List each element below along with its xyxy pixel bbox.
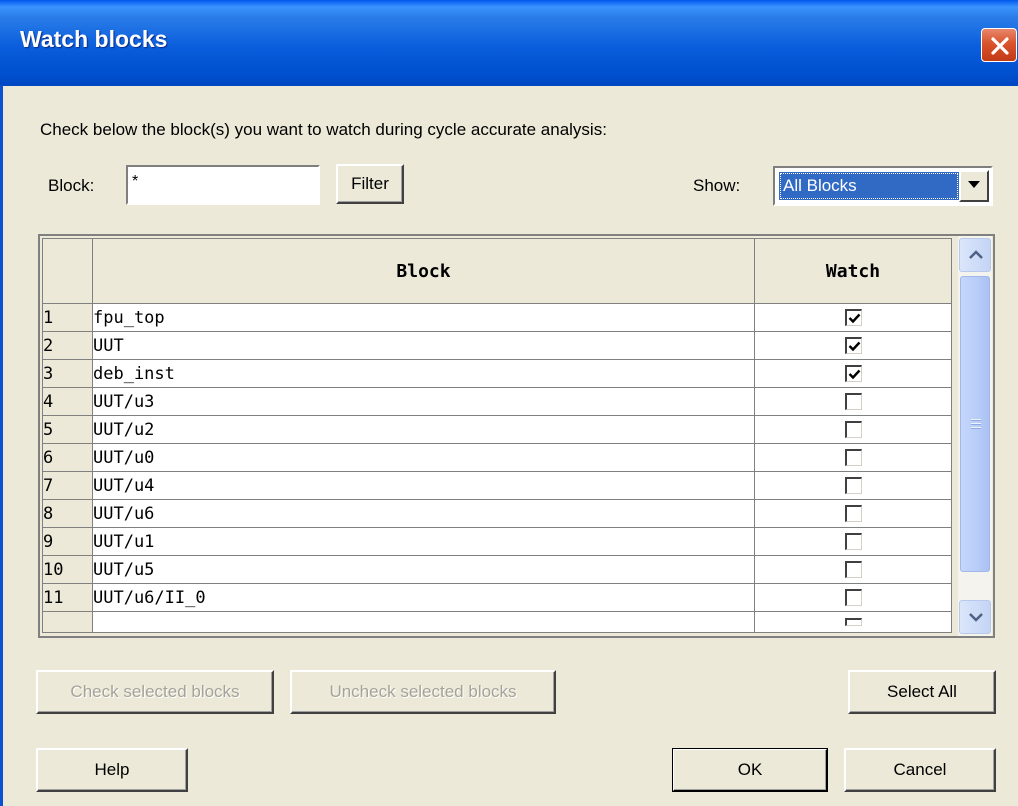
row-number: 8 xyxy=(42,499,93,528)
help-button[interactable]: Help xyxy=(36,748,188,792)
block-name-cell[interactable]: UUT/u5 xyxy=(92,555,755,584)
table-row[interactable]: 10 UUT/u5 xyxy=(42,555,952,584)
block-name-cell[interactable]: deb_inst xyxy=(92,359,755,388)
block-column-header[interactable]: Block xyxy=(92,238,755,304)
chevron-down-icon xyxy=(968,181,980,188)
table-row[interactable]: 1 fpu_top xyxy=(42,303,952,332)
table-row[interactable]: 11 UUT/u6/II_0 xyxy=(42,583,952,612)
row-number: 10 xyxy=(42,555,93,584)
title-bar: Watch blocks xyxy=(0,0,1018,86)
watch-checkbox[interactable] xyxy=(844,309,862,326)
row-number: 6 xyxy=(42,443,93,472)
block-name-cell[interactable]: UUT/u6/II_0 xyxy=(92,583,755,612)
table-row-partial xyxy=(42,611,952,633)
block-name-cell[interactable]: UUT/u1 xyxy=(92,527,755,556)
row-number: 7 xyxy=(42,471,93,500)
row-number: 1 xyxy=(42,303,93,332)
ok-button[interactable]: OK xyxy=(672,748,828,792)
scroll-up-button[interactable] xyxy=(959,238,991,272)
watch-cell xyxy=(754,359,952,388)
table-row[interactable]: 5 UUT/u2 xyxy=(42,415,952,444)
filter-button[interactable]: Filter xyxy=(336,164,404,204)
table-row[interactable]: 6 UUT/u0 xyxy=(42,443,952,472)
watch-cell xyxy=(754,499,952,528)
block-filter-input[interactable]: * xyxy=(126,165,320,205)
watch-cell xyxy=(754,303,952,332)
row-number xyxy=(42,611,93,633)
chevron-up-icon xyxy=(969,250,983,259)
row-number: 2 xyxy=(42,331,93,360)
watch-cell xyxy=(754,331,952,360)
watch-cell xyxy=(754,527,952,556)
watch-checkbox[interactable] xyxy=(844,337,862,354)
block-name-cell xyxy=(92,611,755,633)
table-body: 1 fpu_top 2 UUT 3 deb_inst 4 UUT/u3 5 UUT/u2 6 UUT/… xyxy=(42,303,952,633)
table-row[interactable]: 9 UUT/u1 xyxy=(42,527,952,556)
checkmark-icon xyxy=(848,369,860,380)
table-row[interactable]: 3 deb_inst xyxy=(42,359,952,388)
watch-checkbox[interactable] xyxy=(844,365,862,382)
checkmark-icon xyxy=(848,313,860,324)
table-row[interactable]: 7 UUT/u4 xyxy=(42,471,952,500)
block-name-cell[interactable]: UUT/u2 xyxy=(92,415,755,444)
block-name-cell[interactable]: UUT/u3 xyxy=(92,387,755,416)
watch-checkbox[interactable] xyxy=(844,393,862,410)
show-label: Show: xyxy=(693,176,741,195)
block-name-cell[interactable]: fpu_top xyxy=(92,303,755,332)
watch-cell xyxy=(754,443,952,472)
check-selected-button[interactable]: Check selected blocks xyxy=(36,670,274,714)
row-number: 3 xyxy=(42,359,93,388)
uncheck-selected-button[interactable]: Uncheck selected blocks xyxy=(290,670,556,714)
instruction-text: Check below the block(s) you want to wat… xyxy=(40,120,607,139)
cancel-button[interactable]: Cancel xyxy=(844,748,996,792)
scrollbar-thumb[interactable] xyxy=(960,276,990,572)
watch-checkbox[interactable] xyxy=(844,561,862,578)
show-selected-value: All Blocks xyxy=(779,172,959,200)
grip-icon xyxy=(971,419,981,429)
watch-cell xyxy=(754,471,952,500)
dropdown-arrow-button[interactable] xyxy=(959,170,989,202)
watch-checkbox[interactable] xyxy=(844,449,862,466)
watch-column-header[interactable]: Watch xyxy=(754,238,952,304)
select-all-button[interactable]: Select All xyxy=(848,670,996,714)
watch-checkbox[interactable] xyxy=(844,477,862,494)
block-name-cell[interactable]: UUT/u0 xyxy=(92,443,755,472)
table-header-row: Block Watch xyxy=(42,238,952,304)
table-row[interactable]: 4 UUT/u3 xyxy=(42,387,952,416)
row-number: 5 xyxy=(42,415,93,444)
watch-cell xyxy=(754,555,952,584)
block-name-cell[interactable]: UUT xyxy=(92,331,755,360)
blocks-grid: Block Watch 1 fpu_top 2 UUT 3 deb_inst 4 UUT/u3… xyxy=(38,234,995,638)
vertical-scrollbar[interactable] xyxy=(958,236,992,636)
watch-cell xyxy=(754,387,952,416)
watch-checkbox[interactable] xyxy=(844,505,862,522)
watch-checkbox[interactable] xyxy=(844,421,862,438)
close-button[interactable] xyxy=(981,28,1017,62)
scroll-down-button[interactable] xyxy=(959,600,991,634)
watch-cell xyxy=(754,583,952,612)
chevron-down-icon xyxy=(969,613,983,622)
block-name-cell[interactable]: UUT/u6 xyxy=(92,499,755,528)
window-frame xyxy=(0,86,3,806)
dialog-title: Watch blocks xyxy=(20,26,168,52)
row-number: 4 xyxy=(42,387,93,416)
watch-checkbox[interactable] xyxy=(844,589,862,606)
watch-cell xyxy=(754,611,952,633)
show-dropdown[interactable]: All Blocks xyxy=(773,166,993,206)
close-icon xyxy=(991,37,1009,55)
block-filter-label: Block: xyxy=(48,176,95,195)
row-number-header xyxy=(42,238,93,304)
table-row[interactable]: 2 UUT xyxy=(42,331,952,360)
block-name-cell[interactable]: UUT/u4 xyxy=(92,471,755,500)
table-row[interactable]: 8 UUT/u6 xyxy=(42,499,952,528)
blocks-table: Block Watch 1 fpu_top 2 UUT 3 deb_inst 4 UUT/u3… xyxy=(42,238,952,633)
watch-checkbox[interactable] xyxy=(844,618,862,626)
checkmark-icon xyxy=(848,341,860,352)
watch-cell xyxy=(754,415,952,444)
row-number: 9 xyxy=(42,527,93,556)
watch-checkbox[interactable] xyxy=(844,533,862,550)
row-number: 11 xyxy=(42,583,93,612)
